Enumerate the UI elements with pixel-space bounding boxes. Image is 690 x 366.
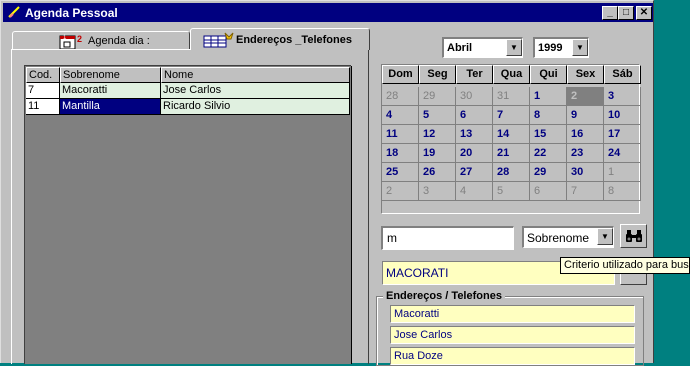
calendar-day[interactable]: 28 <box>382 87 419 106</box>
calendar-day[interactable]: 1 <box>604 163 641 182</box>
calendar-day[interactable]: 9 <box>567 106 604 125</box>
records-grid[interactable]: Cod. Sobrenome Nome 7 Macoratti Jose Car… <box>24 65 352 364</box>
calendar-day[interactable]: 30 <box>456 87 493 106</box>
search-criteria-value: Sobrenome <box>527 231 590 245</box>
minimize-icon: _ <box>607 7 613 18</box>
cell-cod[interactable]: 11 <box>26 99 60 115</box>
weekday-header: Sex <box>567 65 604 84</box>
calendar-day[interactable]: 22 <box>530 144 567 163</box>
calendar-day[interactable]: 8 <box>604 182 641 201</box>
search-criteria-select[interactable]: Sobrenome ▼ <box>522 226 614 248</box>
weekday-header: Qua <box>493 65 530 84</box>
calendar-day[interactable]: 4 <box>456 182 493 201</box>
calendar-day[interactable]: 12 <box>419 125 456 144</box>
calendar-day[interactable]: 13 <box>456 125 493 144</box>
calendar-day[interactable]: 5 <box>493 182 530 201</box>
calendar-day[interactable]: 17 <box>604 125 641 144</box>
calendar-day[interactable]: 29 <box>530 163 567 182</box>
month-select[interactable]: Abril ▼ <box>442 37 523 58</box>
column-header-nome[interactable]: Nome <box>161 67 350 83</box>
calendar-day[interactable]: 23 <box>567 144 604 163</box>
calendar-day[interactable]: 3 <box>419 182 456 201</box>
address-grid-icon <box>203 31 235 51</box>
cell-nome[interactable]: Jose Carlos <box>161 83 350 99</box>
cell-cod[interactable]: 7 <box>26 83 60 99</box>
calendar-day[interactable]: 7 <box>567 182 604 201</box>
tab-agenda-dia-label: Agenda dia : <box>88 35 150 47</box>
calendar-day[interactable]: 8 <box>530 106 567 125</box>
calendar-day[interactable]: 29 <box>419 87 456 106</box>
tab-enderecos-telefones[interactable]: Endereços _Telefones <box>190 28 370 50</box>
search-input[interactable]: m <box>381 226 514 250</box>
grid-right-border <box>351 66 352 364</box>
calendar-day[interactable]: 2 <box>567 87 604 106</box>
calendar-day[interactable]: 1 <box>530 87 567 106</box>
calendar-day[interactable]: 27 <box>456 163 493 182</box>
column-header-sobrenome[interactable]: Sobrenome <box>60 67 161 83</box>
calendar-day[interactable]: 3 <box>604 87 641 106</box>
maximize-icon: □ <box>622 7 630 18</box>
cell-sobrenome[interactable]: Mantilla <box>60 99 161 115</box>
year-select[interactable]: 1999 ▼ <box>533 37 589 58</box>
address-group-legend: Endereços / Telefones <box>383 290 505 302</box>
address-field-endereco[interactable]: Rua Doze <box>390 347 635 365</box>
column-header-cod[interactable]: Cod. <box>26 67 60 83</box>
calendar-day[interactable]: 7 <box>493 106 530 125</box>
close-icon: ✕ <box>639 7 649 18</box>
chevron-down-icon[interactable]: ▼ <box>572 39 588 56</box>
window-title: Agenda Pessoal <box>25 6 118 20</box>
address-groupbox: Endereços / Telefones Macoratti Jose Car… <box>376 290 644 366</box>
calendar-day[interactable]: 24 <box>604 144 641 163</box>
calendar-day[interactable]: 16 <box>567 125 604 144</box>
calendar-day[interactable]: 25 <box>382 163 419 182</box>
cell-nome[interactable]: Ricardo Silvio <box>161 99 350 115</box>
calendar-day[interactable]: 21 <box>493 144 530 163</box>
app-icon <box>8 6 21 21</box>
main-window: Agenda Pessoal _ □ ✕ 1 2 Agenda dia : En… <box>0 0 654 366</box>
search-button[interactable] <box>620 224 647 248</box>
calendar: Dom Seg Ter Qua Qui Sex Sáb 28 29 30 31 1 2 3 4 5 6 7 8 9 10… <box>381 64 641 214</box>
weekday-header: Ter <box>456 65 493 84</box>
calendar-day[interactable]: 20 <box>456 144 493 163</box>
weekday-header: Sáb <box>604 65 641 84</box>
weekday-header: Seg <box>419 65 456 84</box>
chevron-down-icon[interactable]: ▼ <box>597 228 613 245</box>
tab-agenda-dia[interactable]: 1 2 Agenda dia : <box>12 31 190 50</box>
chevron-down-icon[interactable]: ▼ <box>506 39 522 56</box>
calendar-day[interactable]: 30 <box>567 163 604 182</box>
cell-sobrenome[interactable]: Macoratti <box>60 83 161 99</box>
calendar-day[interactable]: 14 <box>493 125 530 144</box>
calendar-day[interactable]: 15 <box>530 125 567 144</box>
title-bar[interactable]: Agenda Pessoal _ □ ✕ <box>3 3 653 22</box>
calendar-day[interactable]: 6 <box>456 106 493 125</box>
tab-enderecos-telefones-label: Endereços _Telefones <box>236 34 352 46</box>
calendar-day[interactable]: 10 <box>604 106 641 125</box>
calendar-day[interactable]: 6 <box>530 182 567 201</box>
weekday-header: Dom <box>382 65 419 84</box>
calendar-day[interactable]: 26 <box>419 163 456 182</box>
month-value: Abril <box>447 42 473 54</box>
search-criteria-tooltip: Criterio utilizado para busca <box>560 257 690 274</box>
binoculars-icon <box>625 229 643 246</box>
address-field-sobrenome[interactable]: Macoratti <box>390 305 635 323</box>
weekday-header: Qui <box>530 65 567 84</box>
calendar-day[interactable]: 5 <box>419 106 456 125</box>
minimize-button[interactable]: _ <box>602 6 618 20</box>
calendar-day[interactable]: 28 <box>493 163 530 182</box>
maximize-button[interactable]: □ <box>618 6 634 20</box>
calendar-day[interactable]: 19 <box>419 144 456 163</box>
calendar-day[interactable]: 18 <box>382 144 419 163</box>
calendar-day[interactable]: 4 <box>382 106 419 125</box>
close-button[interactable]: ✕ <box>636 6 652 20</box>
year-value: 1999 <box>538 42 563 54</box>
calendar-day[interactable]: 2 <box>382 182 419 201</box>
calendar-day[interactable]: 11 <box>382 125 419 144</box>
calendar-day[interactable]: 31 <box>493 87 530 106</box>
address-field-nome[interactable]: Jose Carlos <box>390 326 635 344</box>
svg-text:2: 2 <box>77 34 82 44</box>
